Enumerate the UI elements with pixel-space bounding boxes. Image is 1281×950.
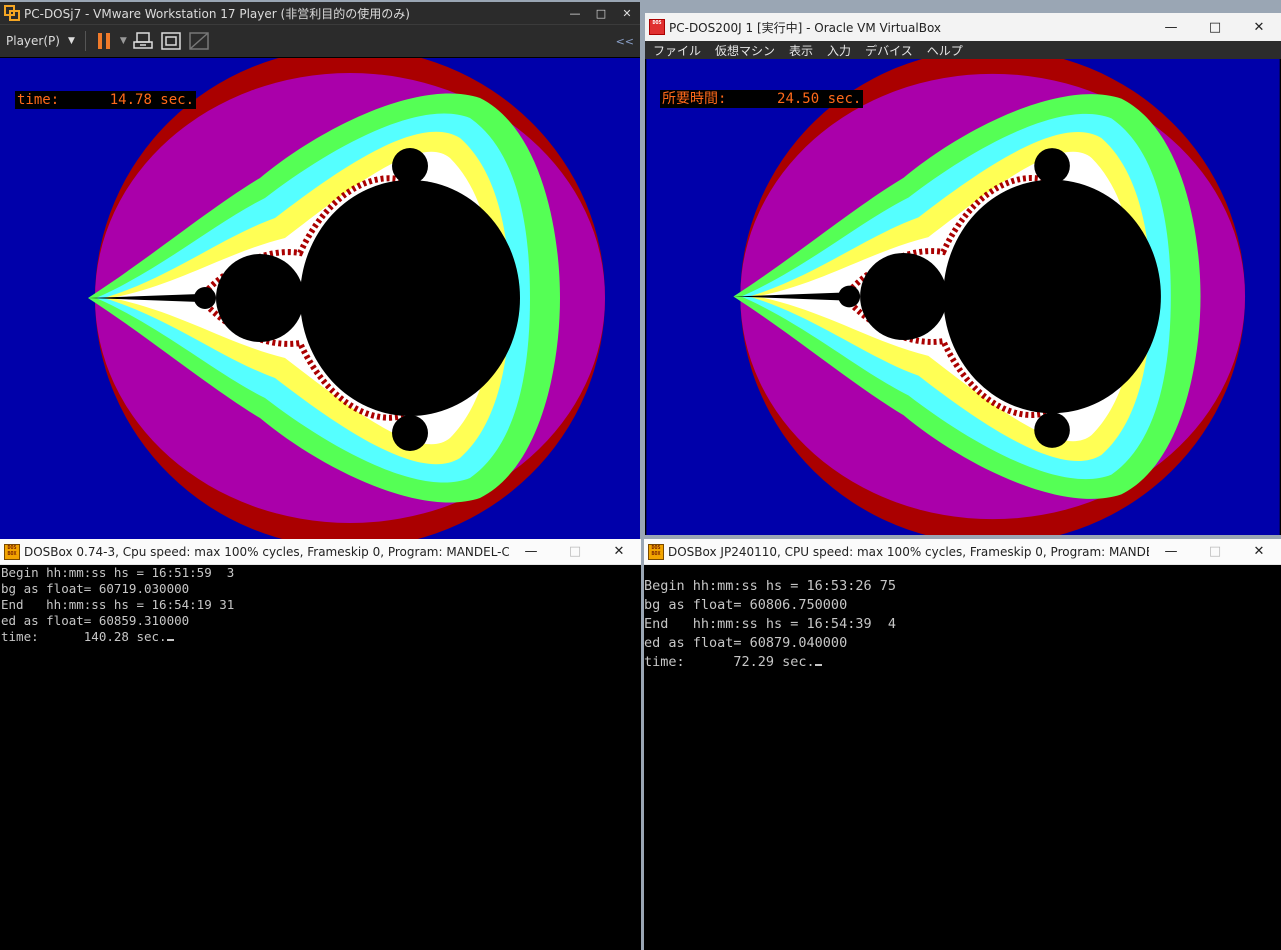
console-line-last: time: 140.28 sec.	[1, 629, 641, 645]
time-overlay: time: 14.78 sec.	[15, 91, 197, 109]
console-line-last: time: 72.29 sec.	[644, 653, 1281, 672]
top-bulb	[392, 148, 428, 184]
dos-app-icon: DOS	[649, 19, 665, 35]
bottom-bulb	[392, 415, 428, 451]
toolbar-divider	[84, 31, 86, 51]
collapse-toolbar-button[interactable]: <<	[610, 28, 640, 54]
menu-help[interactable]: ヘルプ	[927, 42, 963, 59]
console-line: bg as float= 60719.030000	[1, 581, 190, 596]
vmware-titlebar[interactable]: PC-DOSj7 - VMware Workstation 17 Player …	[0, 2, 640, 24]
close-button[interactable]: ✕	[597, 539, 641, 564]
dosbox-icon: DOS BOX	[4, 543, 20, 560]
virtualbox-menubar: ファイル 仮想マシン 表示 入力 デバイス ヘルプ	[645, 41, 1281, 59]
window-title: DOSBox 0.74-3, Cpu speed: max 100% cycle…	[24, 544, 509, 559]
virtualbox-window[interactable]: DOS PC-DOS200J 1 [実行中] - Oracle VM Virtu…	[645, 13, 1281, 535]
menu-file[interactable]: ファイル	[653, 42, 701, 59]
mandelbrot-image	[0, 58, 640, 539]
vmware-toolbar: Player(P) ▼ ▼ <<	[0, 24, 640, 57]
maximize-button[interactable]: □	[1193, 13, 1237, 41]
console-line: Begin hh:mm:ss hs = 16:53:26 75	[644, 578, 896, 594]
send-ctrl-alt-del-button[interactable]	[129, 28, 157, 54]
minimize-button[interactable]: —	[1149, 539, 1193, 564]
period-2-bulb	[216, 254, 304, 342]
close-button[interactable]: ✕	[1237, 539, 1281, 564]
console-line: End hh:mm:ss hs = 16:54:19 31	[1, 597, 235, 612]
maximize-button: □	[568, 544, 582, 559]
player-menu-button[interactable]: Player(P) ▼	[0, 28, 81, 54]
time-value: 24.50 sec.	[777, 91, 862, 107]
top-bulb	[1034, 148, 1070, 184]
close-button[interactable]: ✕	[614, 2, 640, 24]
menu-machine[interactable]: 仮想マシン	[715, 42, 775, 59]
pause-icon	[97, 33, 110, 49]
menu-input[interactable]: 入力	[827, 42, 851, 59]
console-line: Begin hh:mm:ss hs = 16:51:59 3	[1, 565, 235, 580]
text-cursor	[814, 664, 822, 666]
menu-view[interactable]: 表示	[789, 42, 813, 59]
send-ctrl-alt-del-icon	[133, 32, 153, 49]
bottom-bulb	[1034, 412, 1070, 448]
chevron-down-icon: ▼	[67, 36, 75, 46]
console-line: End hh:mm:ss hs = 16:54:39 4	[644, 616, 896, 632]
console-output[interactable]: Begin hh:mm:ss hs = 16:51:59 3 bg as floa…	[0, 565, 641, 950]
fullscreen-button[interactable]	[157, 28, 185, 54]
window-title: PC-DOS200J 1 [実行中] - Oracle VM VirtualBo…	[669, 20, 942, 35]
dosbox-icon: DOS BOX	[648, 543, 664, 560]
collapse-label: <<	[615, 34, 634, 48]
window-title: DOSBox JP240110, CPU speed: max 100% cyc…	[668, 544, 1149, 559]
dosbox-window[interactable]: DOS BOX DOSBox 0.74-3, Cpu speed: max 100…	[0, 539, 641, 950]
player-menu-label: Player(P)	[6, 34, 60, 48]
unity-icon	[189, 32, 209, 50]
maximize-button[interactable]: □	[588, 2, 614, 24]
minimize-button[interactable]: —	[509, 539, 553, 564]
chevron-down-icon: ▼	[119, 36, 127, 46]
vmware-logo-icon	[4, 5, 20, 21]
vmware-window[interactable]: PC-DOSj7 - VMware Workstation 17 Player …	[0, 2, 640, 539]
dosbox-window[interactable]: DOS BOX DOSBox JP240110, CPU speed: max 1…	[644, 539, 1281, 950]
main-cardioid	[943, 179, 1161, 414]
console-line: time: 140.28 sec.	[1, 629, 167, 644]
console-line: ed as float= 60859.310000	[1, 613, 190, 628]
close-button[interactable]: ✕	[1237, 13, 1281, 41]
minimize-button[interactable]: —	[1149, 13, 1193, 41]
virtualbox-titlebar[interactable]: DOS PC-DOS200J 1 [実行中] - Oracle VM Virtu…	[645, 13, 1281, 41]
time-value: 14.78 sec.	[109, 92, 195, 108]
minimize-button[interactable]: —	[562, 2, 588, 24]
dosbox-titlebar[interactable]: DOS BOX DOSBox JP240110, CPU speed: max 1…	[644, 539, 1281, 565]
vm-screen[interactable]: 所要時間: 24.50 sec.	[645, 59, 1281, 535]
main-cardioid	[300, 180, 520, 416]
menu-devices[interactable]: デバイス	[865, 42, 913, 59]
maximize-button: □	[1208, 544, 1222, 559]
text-cursor	[166, 639, 174, 641]
mandelbrot-image	[646, 59, 1280, 535]
period-2-bulb	[860, 252, 948, 341]
console-line: ed as float= 60879.040000	[644, 635, 848, 651]
console-output[interactable]: Begin hh:mm:ss hs = 16:53:26 75 bg as flo…	[644, 565, 1281, 950]
pause-dropdown[interactable]: ▼	[118, 28, 129, 54]
vm-screen[interactable]: time: 14.78 sec.	[0, 58, 640, 539]
unity-button[interactable]	[185, 28, 213, 54]
time-label: 所要時間:	[662, 91, 727, 107]
window-title: PC-DOSj7 - VMware Workstation 17 Player …	[24, 6, 410, 21]
time-overlay: 所要時間: 24.50 sec.	[660, 90, 864, 108]
console-line: bg as float= 60806.750000	[644, 597, 848, 613]
console-line: time: 72.29 sec.	[644, 654, 815, 670]
pause-button[interactable]	[90, 28, 118, 54]
dosbox-titlebar[interactable]: DOS BOX DOSBox 0.74-3, Cpu speed: max 100…	[0, 539, 641, 565]
time-label: time:	[17, 92, 60, 108]
fullscreen-icon	[161, 32, 181, 50]
